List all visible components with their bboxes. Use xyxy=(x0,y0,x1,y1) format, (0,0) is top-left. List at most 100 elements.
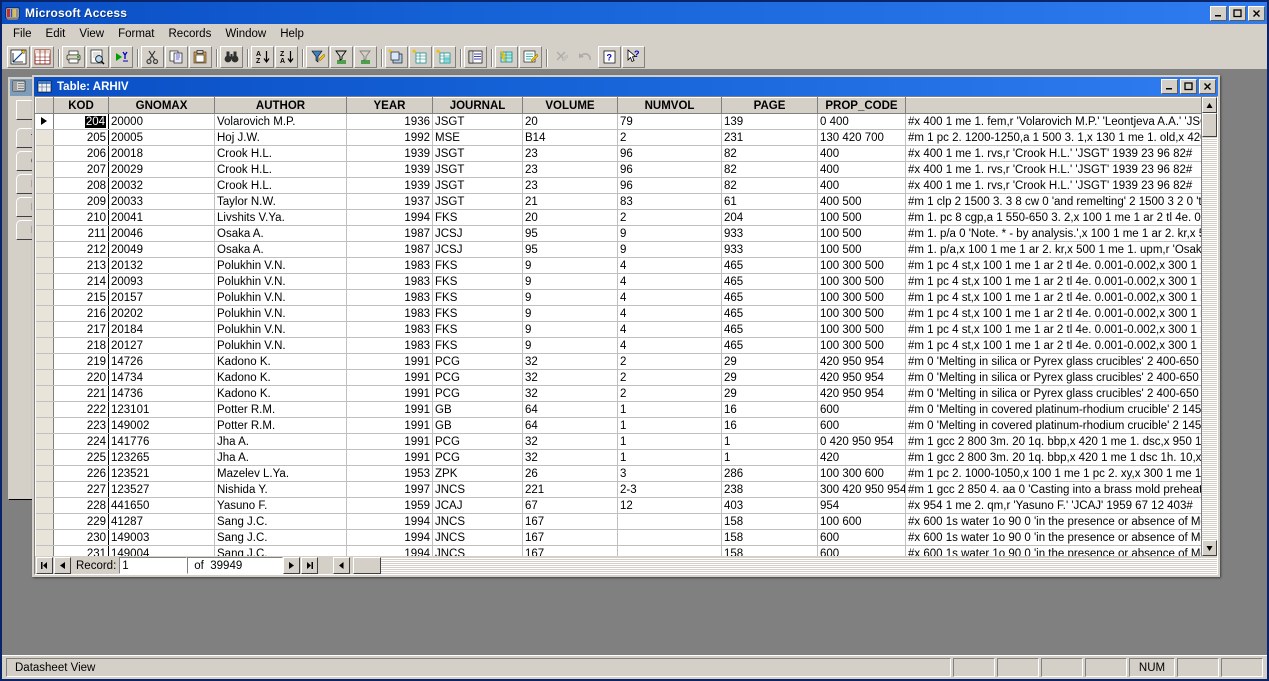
cell-author[interactable]: Sang J.C. xyxy=(214,545,347,556)
table-row[interactable]: 204 20000 Volarovich M.P. 1936 JSGT 20 79 139 0 … xyxy=(35,113,1201,130)
cell-year[interactable]: 1959 xyxy=(346,497,433,514)
cell-page[interactable]: 1 xyxy=(721,449,818,466)
new-object-autoform-icon[interactable] xyxy=(385,45,408,68)
cell-prop-code[interactable]: 400 xyxy=(817,145,906,162)
cell-numvol[interactable]: 2 xyxy=(617,369,722,386)
cell-author[interactable]: Hoj J.W. xyxy=(214,129,347,146)
print-preview-icon[interactable] xyxy=(86,45,109,68)
menu-format[interactable]: Format xyxy=(111,26,161,42)
cell-info[interactable]: #m 1. pc 8 cgp,a 1 550-650 3. 2,x 100 1 … xyxy=(905,209,1201,226)
cell-author[interactable]: Potter R.M. xyxy=(214,417,347,434)
cell-prop-code[interactable]: 420 xyxy=(817,449,906,466)
menu-help[interactable]: Help xyxy=(273,26,311,42)
cell-year[interactable]: 1991 xyxy=(346,433,433,450)
table-row[interactable]: 216 20202 Polukhin V.N. 1983 FKS 9 4 465 100 300… xyxy=(35,305,1201,322)
cell-gnomax[interactable]: 41287 xyxy=(108,513,215,530)
autoform-icon[interactable] xyxy=(495,45,518,68)
cell-author[interactable]: Osaka A. xyxy=(214,241,347,258)
cell-volume[interactable]: 23 xyxy=(522,145,618,162)
cell-page[interactable]: 82 xyxy=(721,145,818,162)
cell-numvol[interactable]: 4 xyxy=(617,321,722,338)
menu-edit[interactable]: Edit xyxy=(39,26,73,42)
autoreport-icon[interactable] xyxy=(519,45,542,68)
menu-view[interactable]: View xyxy=(72,26,111,42)
table-restore-button[interactable] xyxy=(1180,79,1197,94)
row-selector[interactable] xyxy=(35,177,54,194)
cell-page[interactable]: 238 xyxy=(721,481,818,498)
cell-volume[interactable]: 9 xyxy=(522,273,618,290)
cell-numvol[interactable]: 4 xyxy=(617,273,722,290)
cell-numvol[interactable] xyxy=(617,529,722,546)
cell-year[interactable]: 1983 xyxy=(346,289,433,306)
select-all-corner[interactable] xyxy=(35,97,54,114)
cell-year[interactable]: 1991 xyxy=(346,401,433,418)
row-selector[interactable] xyxy=(35,353,54,370)
cell-gnomax[interactable]: 20049 xyxy=(108,241,215,258)
cell-gnomax[interactable]: 149002 xyxy=(108,417,215,434)
cell-kod[interactable]: 225 xyxy=(53,449,109,466)
cell-year[interactable]: 1994 xyxy=(346,545,433,556)
cell-prop-code[interactable]: 100 300 500 xyxy=(817,257,906,274)
cell-gnomax[interactable]: 14734 xyxy=(108,369,215,386)
row-selector[interactable] xyxy=(35,545,54,556)
cell-journal[interactable]: FKS xyxy=(432,305,523,322)
cell-author[interactable]: Sang J.C. xyxy=(214,529,347,546)
cell-volume[interactable]: 221 xyxy=(522,481,618,498)
table-row[interactable]: 219 14726 Kadono K. 1991 PCG 32 2 29 420 950 954… xyxy=(35,353,1201,370)
cell-prop-code[interactable]: 420 950 954 xyxy=(817,369,906,386)
cell-page[interactable]: 933 xyxy=(721,241,818,258)
row-selector[interactable] xyxy=(35,209,54,226)
cell-info[interactable]: #x 600 1s water 1o 90 0 'in the presence… xyxy=(905,529,1201,546)
close-button[interactable] xyxy=(1248,5,1265,21)
cell-info[interactable]: #x 400 1 me 1. fem,r 'Volarovich M.P.' '… xyxy=(905,113,1201,130)
datasheet-scroll-region[interactable]: KOD GNOMAX AUTHOR YEAR JOURNAL VOLUME NU… xyxy=(35,97,1201,556)
table-row[interactable]: 221 14736 Kadono K. 1991 PCG 32 2 29 420 950 954… xyxy=(35,385,1201,402)
cell-kod[interactable]: 204 xyxy=(53,113,109,130)
cell-prop-code[interactable]: 130 420 700 xyxy=(817,129,906,146)
cell-gnomax[interactable]: 20132 xyxy=(108,257,215,274)
row-selector[interactable] xyxy=(35,305,54,322)
cell-year[interactable]: 1939 xyxy=(346,145,433,162)
cell-kod[interactable]: 230 xyxy=(53,529,109,546)
cell-gnomax[interactable]: 14726 xyxy=(108,353,215,370)
cell-journal[interactable]: PCG xyxy=(432,353,523,370)
column-header-kod[interactable]: KOD xyxy=(53,97,109,114)
cell-gnomax[interactable]: 20018 xyxy=(108,145,215,162)
cell-volume[interactable]: 32 xyxy=(522,369,618,386)
row-selector[interactable] xyxy=(35,225,54,242)
row-selector[interactable] xyxy=(35,257,54,274)
cell-journal[interactable]: FKS xyxy=(432,209,523,226)
help-arrow-icon[interactable]: ? xyxy=(622,45,645,68)
table-row[interactable]: 218 20127 Polukhin V.N. 1983 FKS 9 4 465 100 300… xyxy=(35,337,1201,354)
find-binoculars-icon[interactable] xyxy=(220,45,243,68)
cell-page[interactable]: 465 xyxy=(721,257,818,274)
cell-kod[interactable]: 228 xyxy=(53,497,109,514)
cell-year[interactable]: 1991 xyxy=(346,417,433,434)
cell-year[interactable]: 1992 xyxy=(346,129,433,146)
office-assistant-icon[interactable]: ? xyxy=(598,45,621,68)
cell-prop-code[interactable]: 100 300 500 xyxy=(817,305,906,322)
cell-numvol[interactable]: 3 xyxy=(617,465,722,482)
cell-info[interactable]: #m 1 pc 4 st,x 100 1 me 1 ar 2 tl 4e. 0.… xyxy=(905,321,1201,338)
cell-numvol[interactable] xyxy=(617,545,722,556)
cell-author[interactable]: Nishida Y. xyxy=(214,481,347,498)
cell-prop-code[interactable]: 100 300 500 xyxy=(817,289,906,306)
column-header-volume[interactable]: VOLUME xyxy=(522,97,618,114)
cell-info[interactable]: #m 1. p/a,x 100 1 me 1 ar 2. kr,x 500 1 … xyxy=(905,241,1201,258)
cell-year[interactable]: 1991 xyxy=(346,369,433,386)
cell-author[interactable]: Polukhin V.N. xyxy=(214,305,347,322)
cell-numvol[interactable]: 96 xyxy=(617,161,722,178)
cell-info[interactable]: #m 0 'Melting in silica or Pyrex glass c… xyxy=(905,385,1201,402)
cell-prop-code[interactable]: 400 xyxy=(817,161,906,178)
cell-page[interactable]: 465 xyxy=(721,273,818,290)
cell-page[interactable]: 465 xyxy=(721,289,818,306)
cell-journal[interactable]: PCG xyxy=(432,433,523,450)
cell-kod[interactable]: 207 xyxy=(53,161,109,178)
cell-volume[interactable]: 95 xyxy=(522,241,618,258)
row-selector[interactable] xyxy=(35,465,54,482)
cell-author[interactable]: Livshits V.Ya. xyxy=(214,209,347,226)
cell-numvol[interactable]: 79 xyxy=(617,113,722,130)
column-header-author[interactable]: AUTHOR xyxy=(214,97,347,114)
table-row[interactable]: 212 20049 Osaka A. 1987 JCSJ 95 9 933 100 500 #m … xyxy=(35,241,1201,258)
cell-info[interactable]: #m 1 pc 4 st,x 100 1 me 1 ar 2 tl 4e. 0.… xyxy=(905,273,1201,290)
